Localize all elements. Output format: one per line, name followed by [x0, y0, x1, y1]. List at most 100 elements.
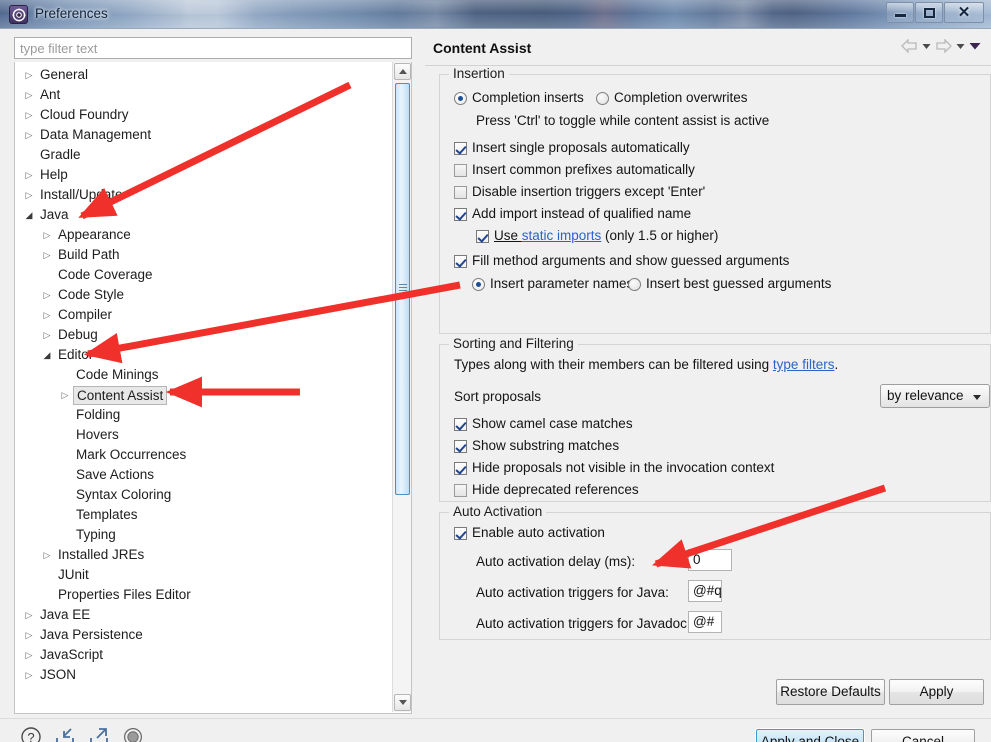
- static-imports-prefix: Use: [494, 228, 522, 243]
- tree-item[interactable]: ▷ General: [15, 65, 393, 85]
- twisty-collapsed-icon[interactable]: ▷: [21, 165, 37, 185]
- tree-item[interactable]: ▷ Installed JREs: [15, 545, 393, 565]
- tree-scrollbar[interactable]: [392, 62, 411, 712]
- import-icon[interactable]: [54, 726, 76, 742]
- twisty-collapsed-icon[interactable]: ▷: [39, 325, 55, 345]
- twisty-collapsed-icon[interactable]: ▷: [21, 665, 37, 685]
- forward-menu-chevron-down-icon[interactable]: [956, 43, 965, 50]
- tree-item[interactable]: ▷ Help: [15, 165, 393, 185]
- checkbox-show-camel-case[interactable]: Show camel case matches: [454, 416, 633, 431]
- tree-item[interactable]: ▷ Debug: [15, 325, 393, 345]
- checkbox-indicator-icon: [454, 527, 467, 540]
- tree-item[interactable]: ▷Templates: [15, 505, 393, 525]
- twisty-collapsed-icon[interactable]: ▷: [39, 305, 55, 325]
- static-imports-link[interactable]: static imports: [522, 228, 602, 243]
- twisty-collapsed-icon[interactable]: ▷: [21, 85, 37, 105]
- auto-activation-javadoc-input[interactable]: @#: [688, 611, 722, 633]
- twisty-collapsed-icon[interactable]: ▷: [39, 225, 55, 245]
- sort-proposals-select[interactable]: by relevance: [880, 384, 990, 408]
- scrollbar-thumb[interactable]: [395, 83, 410, 495]
- radio-insert-parameter-names[interactable]: Insert parameter names: [472, 276, 633, 291]
- tree-item[interactable]: ▷ Compiler: [15, 305, 393, 325]
- checkbox-insert-common-prefixes[interactable]: Insert common prefixes automatically: [454, 162, 695, 177]
- tree-item[interactable]: ▷Hovers: [15, 425, 393, 445]
- type-filters-link[interactable]: type filters: [773, 357, 835, 372]
- tree-item[interactable]: ▷ Cloud Foundry: [15, 105, 393, 125]
- tree-item[interactable]: ▷ Code Style: [15, 285, 393, 305]
- minimize-button[interactable]: [886, 2, 914, 23]
- checkbox-hide-proposals-not-visible[interactable]: Hide proposals not visible in the invoca…: [454, 460, 774, 475]
- twisty-expanded-icon[interactable]: ◢: [21, 205, 37, 225]
- tree-item[interactable]: ▷ Ant: [15, 85, 393, 105]
- close-button[interactable]: ✕: [944, 2, 984, 23]
- view-menu-arrow-icon[interactable]: [969, 42, 981, 50]
- twisty-collapsed-icon[interactable]: ▷: [21, 605, 37, 625]
- tree-item[interactable]: ▷Save Actions: [15, 465, 393, 485]
- checkbox-add-import[interactable]: Add import instead of qualified name: [454, 206, 691, 221]
- checkbox-disable-insertion-triggers[interactable]: Disable insertion triggers except 'Enter…: [454, 184, 705, 199]
- tree-item[interactable]: ▷ Java EE: [15, 605, 393, 625]
- cancel-button[interactable]: Cancel: [871, 729, 975, 742]
- checkbox-use-static-imports[interactable]: Use static imports (only 1.5 or higher): [476, 228, 718, 243]
- auto-activation-delay-input[interactable]: 0: [688, 549, 732, 571]
- forward-arrow-icon[interactable]: [935, 39, 952, 53]
- tree-item[interactable]: ▷ Appearance: [15, 225, 393, 245]
- tree-item[interactable]: ▷Mark Occurrences: [15, 445, 393, 465]
- radio-insert-best-guessed-arguments[interactable]: Insert best guessed arguments: [628, 276, 831, 291]
- insertion-group-title: Insertion: [449, 66, 509, 81]
- tree-item[interactable]: ▷ Java Persistence: [15, 625, 393, 645]
- back-menu-chevron-down-icon[interactable]: [922, 43, 931, 50]
- tree-item[interactable]: ▷ Data Management: [15, 125, 393, 145]
- twisty-collapsed-icon[interactable]: ▷: [21, 65, 37, 85]
- tree-item[interactable]: ▷ Content Assist: [15, 385, 393, 405]
- back-arrow-icon[interactable]: [901, 39, 918, 53]
- restore-defaults-button[interactable]: Restore Defaults: [776, 679, 885, 705]
- tree-item[interactable]: ▷Code Coverage: [15, 265, 393, 285]
- twisty-collapsed-icon[interactable]: ▷: [57, 385, 73, 405]
- search-input[interactable]: [14, 37, 412, 59]
- auto-activation-delay-label: Auto activation delay (ms):: [476, 554, 636, 569]
- tree-item[interactable]: ▷Typing: [15, 525, 393, 545]
- twisty-collapsed-icon[interactable]: ▷: [39, 245, 55, 265]
- tree-item-label: Installed JREs: [58, 547, 145, 562]
- tree-item[interactable]: ▷Properties Files Editor: [15, 585, 393, 605]
- checkbox-show-substring[interactable]: Show substring matches: [454, 438, 619, 453]
- tree-item[interactable]: ▷Code Minings: [15, 365, 393, 385]
- tree-item[interactable]: ▷Gradle: [15, 145, 393, 165]
- twisty-collapsed-icon[interactable]: ▷: [21, 625, 37, 645]
- tree-item[interactable]: ▷JUnit: [15, 565, 393, 585]
- help-icon[interactable]: ?: [20, 726, 42, 742]
- checkbox-fill-method-arguments[interactable]: Fill method arguments and show guessed a…: [454, 253, 789, 268]
- export-icon[interactable]: [88, 726, 110, 742]
- apply-and-close-button[interactable]: Apply and Close: [755, 728, 865, 742]
- scroll-up-button[interactable]: [394, 63, 411, 80]
- scroll-down-button[interactable]: [394, 694, 411, 711]
- tree-item-label: JSON: [40, 667, 77, 682]
- twisty-expanded-icon[interactable]: ◢: [39, 345, 55, 365]
- maximize-button[interactable]: [915, 2, 943, 23]
- preferences-tree[interactable]: ▷ General ▷ Ant ▷ Cloud Foundry ▷ Data Manageme…: [15, 62, 393, 713]
- record-icon[interactable]: [122, 726, 144, 742]
- radio-completion-overwrites[interactable]: Completion overwrites: [596, 90, 748, 105]
- checkbox-insert-single-proposals[interactable]: Insert single proposals automatically: [454, 140, 690, 155]
- checkbox-hide-deprecated[interactable]: Hide deprecated references: [454, 482, 639, 497]
- tree-item[interactable]: ▷ JavaScript: [15, 645, 393, 665]
- sorting-description-suffix: .: [834, 357, 839, 372]
- twisty-collapsed-icon[interactable]: ▷: [21, 645, 37, 665]
- twisty-collapsed-icon[interactable]: ▷: [21, 185, 37, 205]
- twisty-collapsed-icon[interactable]: ▷: [21, 105, 37, 125]
- twisty-collapsed-icon[interactable]: ▷: [39, 545, 55, 565]
- auto-activation-java-input[interactable]: @#qv: [688, 580, 722, 602]
- tree-item[interactable]: ◢ Editor: [15, 345, 393, 365]
- twisty-collapsed-icon[interactable]: ▷: [39, 285, 55, 305]
- apply-button[interactable]: Apply: [889, 679, 984, 705]
- tree-item[interactable]: ▷ Install/Update: [15, 185, 393, 205]
- radio-completion-inserts[interactable]: Completion inserts: [454, 90, 584, 105]
- tree-item[interactable]: ▷Syntax Coloring: [15, 485, 393, 505]
- tree-item[interactable]: ▷ JSON: [15, 665, 393, 685]
- tree-item[interactable]: ◢ Java: [15, 205, 393, 225]
- tree-item[interactable]: ▷ Build Path: [15, 245, 393, 265]
- twisty-collapsed-icon[interactable]: ▷: [21, 125, 37, 145]
- tree-item[interactable]: ▷Folding: [15, 405, 393, 425]
- checkbox-enable-auto-activation[interactable]: Enable auto activation: [454, 525, 605, 540]
